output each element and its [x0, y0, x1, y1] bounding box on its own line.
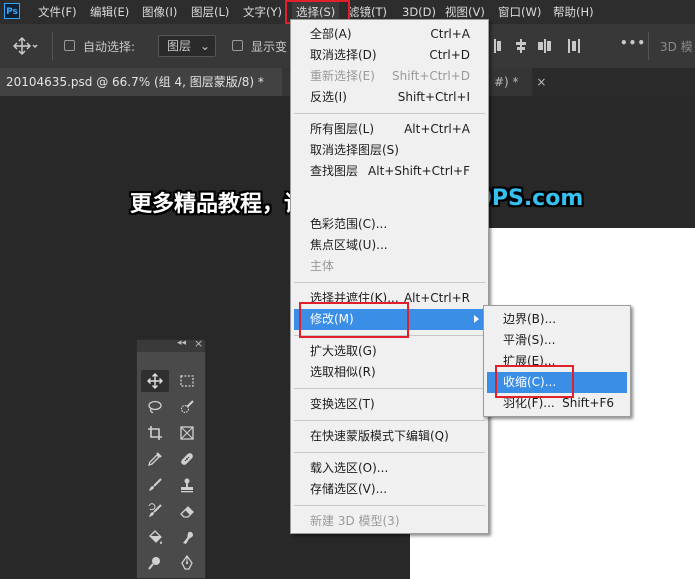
frame-tool-icon[interactable] [175, 423, 199, 443]
menu-separator [294, 505, 485, 506]
menu-item-deselect[interactable]: 取消选择(D) Ctrl+D [291, 45, 488, 66]
auto-select-target-dropdown[interactable]: 图层 ⌄ [158, 35, 216, 57]
auto-select-label: 自动选择: [83, 40, 136, 54]
move-tool-preset-icon[interactable] [12, 36, 38, 59]
menu-item-find-layers[interactable]: 查找图层 Alt+Shift+Ctrl+F [291, 161, 488, 182]
modify-submenu: 边界(B)... 平滑(S)... 扩展(E)... 收缩(C)... 羽化(F… [483, 305, 631, 417]
menu-item-load-selection[interactable]: 载入选区(O)... [291, 458, 488, 479]
show-transform-checkbox[interactable] [232, 40, 243, 51]
show-transform-label: 显示变 [251, 40, 288, 54]
submenu-item-border[interactable]: 边界(B)... [484, 309, 630, 330]
crop-tool-icon[interactable] [143, 423, 167, 443]
menu-separator [294, 113, 485, 114]
select-menu-dropdown: 全部(A) Ctrl+A 取消选择(D) Ctrl+D 重新选择(E) Shift+C… [290, 19, 489, 534]
tools-panel: ◂◂ × [136, 337, 206, 579]
menu-item-focus-area[interactable]: 焦点区域(U)... [291, 235, 488, 256]
menu-item-new-3d-model: 新建 3D 模型(3) [310, 514, 400, 528]
submenu-item-smooth[interactable]: 平滑(S)... [484, 330, 630, 351]
menu-item-transform-selection[interactable]: 变换选区(T) [291, 394, 488, 415]
annotation-box-contract [495, 365, 574, 398]
menu-item-color-range[interactable]: 色彩范围(C)... [291, 214, 488, 235]
menu-separator [294, 388, 485, 389]
paint-bucket-tool-icon[interactable] [143, 527, 167, 547]
menu-item-grow[interactable]: 扩大选取(G) [291, 341, 488, 362]
tab-title-suffix: #) * [494, 75, 519, 89]
clone-stamp-tool-icon[interactable] [175, 475, 199, 495]
history-brush-tool-icon[interactable] [143, 501, 167, 521]
dodge-tool-icon[interactable] [143, 553, 167, 573]
more-options-button[interactable]: ••• [620, 36, 646, 50]
annotation-box-modify [299, 302, 409, 338]
menu-item-save-selection[interactable]: 存储选区(V)... [291, 479, 488, 500]
healing-brush-tool-icon[interactable] [175, 449, 199, 469]
quick-select-tool-icon[interactable] [175, 397, 199, 417]
tab-document-active[interactable]: 20104635.psd @ 66.7% (组 4, 图层蒙版/8) * [0, 68, 282, 96]
menu-edit[interactable]: 编辑(E) [90, 0, 129, 24]
menu-item-similar[interactable]: 选取相似(R) [291, 362, 488, 383]
close-tab-icon[interactable]: × [536, 75, 546, 89]
eraser-tool-icon[interactable] [175, 501, 199, 521]
lasso-tool-icon[interactable] [143, 397, 167, 417]
menu-layer[interactable]: 图层(L) [191, 0, 229, 24]
menu-file[interactable]: 文件(F) [38, 0, 77, 24]
submenu-arrow-icon [474, 315, 479, 323]
move-tool-icon[interactable] [143, 371, 167, 391]
tools-panel-header[interactable]: ◂◂ × [137, 337, 205, 352]
3d-mode-label: 3D 模 [660, 40, 693, 54]
menu-help[interactable]: 帮助(H) [553, 0, 594, 24]
dropdown-value: 图层 [167, 39, 192, 53]
align-icons[interactable] [492, 37, 602, 58]
menu-window[interactable]: 窗口(W) [498, 0, 541, 24]
smudge-tool-icon[interactable] [175, 527, 199, 547]
menu-item-deselect-layers[interactable]: 取消选择图层(S) [291, 140, 488, 161]
collapse-icon[interactable]: ◂◂ [177, 338, 186, 348]
photoshop-logo-icon[interactable]: Ps [4, 3, 20, 19]
close-panel-icon[interactable]: × [194, 337, 203, 350]
chevron-down-icon: ⌄ [199, 39, 210, 53]
menu-separator [294, 282, 485, 283]
menu-item-select-all[interactable]: 全部(A) Ctrl+A [291, 24, 488, 45]
divider [52, 32, 53, 60]
menu-item-reselect: 重新选择(E) Shift+Ctrl+D [310, 69, 470, 83]
auto-select-checkbox[interactable] [64, 40, 75, 51]
menu-item-all-layers[interactable]: 所有图层(L) Alt+Ctrl+A [291, 119, 488, 140]
menu-item-quick-mask[interactable]: 在快速蒙版模式下编辑(Q) [291, 426, 488, 447]
menu-image[interactable]: 图像(I) [142, 0, 177, 24]
menu-separator [294, 452, 485, 453]
eyedropper-tool-icon[interactable] [143, 449, 167, 469]
menu-type[interactable]: 文字(Y) [243, 0, 282, 24]
menu-item-inverse[interactable]: 反选(I) Shift+Ctrl+I [291, 87, 488, 108]
tab-title: 20104635.psd @ 66.7% (组 4, 图层蒙版/8) * [6, 75, 264, 89]
divider [648, 32, 649, 60]
menu-separator [294, 420, 485, 421]
brush-tool-icon[interactable] [143, 475, 167, 495]
pen-tool-icon[interactable] [175, 553, 199, 573]
menu-item-subject: 主体 [310, 259, 335, 273]
marquee-tool-icon[interactable] [175, 371, 199, 391]
